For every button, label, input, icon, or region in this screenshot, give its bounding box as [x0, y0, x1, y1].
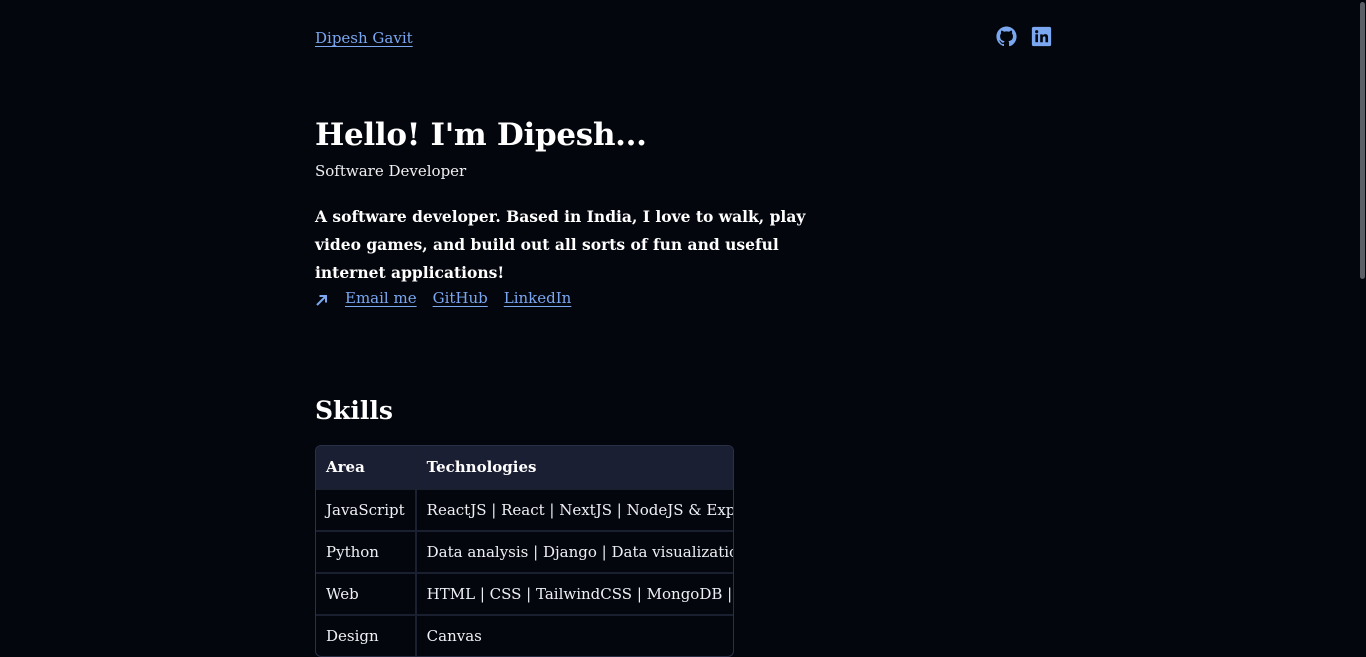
top-nav: Dipesh Gavit	[315, 26, 1052, 53]
table-row: Design Canvas	[316, 614, 733, 656]
linkedin-icon[interactable]	[1031, 26, 1052, 47]
area-cell: Design	[316, 614, 417, 656]
area-cell: Python	[316, 530, 417, 573]
scrollbar-thumb[interactable]	[1360, 2, 1365, 279]
hero-description: A software developer. Based in India, I …	[315, 207, 806, 282]
technologies-cell: Canvas	[415, 614, 733, 656]
skills-table: Area Technologies JavaScript ReactJS | R…	[315, 445, 734, 657]
github-link[interactable]: GitHub	[433, 289, 488, 307]
social-links	[996, 26, 1052, 47]
hero-subtitle: Software Developer	[315, 162, 467, 180]
arrow-up-right-icon	[316, 295, 327, 306]
technologies-cell: HTML | CSS | TailwindCSS | MongoDB | GIT	[415, 572, 733, 615]
linkedin-link[interactable]: LinkedIn	[504, 289, 572, 307]
email-link[interactable]: Email me	[345, 289, 417, 307]
table-header-row: Area Technologies	[316, 446, 733, 489]
github-icon[interactable]	[996, 26, 1017, 47]
table-row: JavaScript ReactJS | React | NextJS | No…	[316, 488, 733, 531]
technologies-cell: Data analysis | Django | Data visualizat…	[415, 530, 733, 573]
page-scrollbar[interactable]	[1357, 0, 1366, 646]
column-header-technologies: Technologies	[415, 446, 733, 489]
area-cell: Web	[316, 572, 417, 615]
technologies-cell: ReactJS | React | NextJS | NodeJS & Expr…	[415, 488, 733, 531]
table-row: Python Data analysis | Django | Data vis…	[316, 530, 733, 573]
table-row: Web HTML | CSS | TailwindCSS | MongoDB |…	[316, 572, 733, 615]
hero-title: Hello! I'm Dipesh...	[315, 117, 647, 153]
skills-heading: Skills	[315, 396, 393, 425]
area-cell: JavaScript	[316, 488, 417, 531]
brand-link[interactable]: Dipesh Gavit	[315, 29, 413, 47]
contact-links: Email me GitHub LinkedIn	[315, 289, 587, 307]
column-header-area: Area	[316, 446, 417, 489]
